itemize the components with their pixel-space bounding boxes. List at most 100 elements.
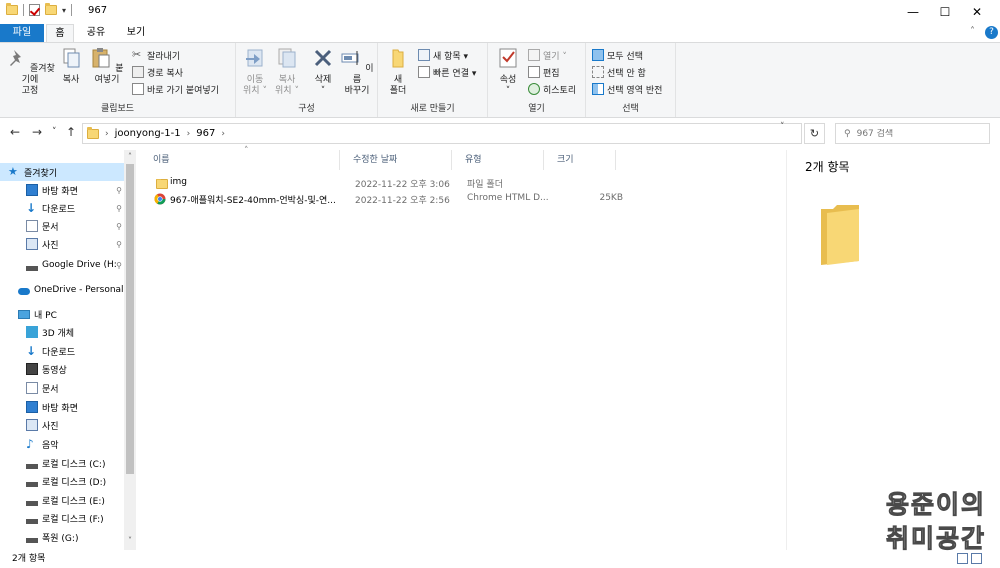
tab-home[interactable]: 홈: [46, 24, 74, 42]
nav-item-pictures-pc[interactable]: 사진: [0, 416, 124, 434]
tab-view[interactable]: 보기: [120, 24, 152, 42]
properties-icon[interactable]: [29, 4, 40, 16]
nav-label: 동영상: [42, 365, 67, 376]
nav-item-downloads-pc[interactable]: ↓ 다운로드: [0, 342, 124, 360]
nav-label: 즐겨찾기: [24, 168, 58, 179]
details-view-icon[interactable]: [957, 553, 968, 564]
open-button[interactable]: 열기 ˅: [528, 48, 567, 62]
file-type: Chrome HTML D...: [467, 193, 549, 203]
navigation-scrollbar[interactable]: ˄ ˅: [124, 150, 136, 550]
select-none-button[interactable]: 선택 안 함: [592, 65, 646, 79]
scrollbar-thumb[interactable]: [126, 164, 134, 474]
customize-toolbar-dropdown[interactable]: ▾: [62, 6, 66, 15]
select-all-label: 모두 선택: [607, 51, 643, 62]
new-item-button[interactable]: 새 항목 ▾: [418, 48, 468, 62]
nav-item-disk-e[interactable]: 로컬 디스크 (E:): [0, 491, 124, 509]
copy-path-button[interactable]: 경로 복사: [132, 65, 183, 79]
chevron-up-icon[interactable]: ˄: [970, 26, 975, 37]
nav-item-documents-pc[interactable]: 문서: [0, 379, 124, 397]
nav-item-disk-c[interactable]: 로컬 디스크 (C:): [0, 454, 124, 472]
file-row[interactable]: 967-애플워치-SE2-40mm-언박싱-및-연... 2022-11-22 …: [153, 192, 623, 208]
close-button[interactable]: ✕: [954, 0, 1000, 24]
chevron-down-icon[interactable]: ˅: [124, 536, 136, 545]
nav-item-documents[interactable]: 문서 ⚲: [0, 217, 124, 235]
column-header-size[interactable]: 크기: [544, 150, 616, 170]
recent-locations-chevron-icon[interactable]: ˅: [52, 127, 57, 137]
up-arrow-icon[interactable]: ↑: [66, 125, 76, 139]
nav-item-music[interactable]: ♪ 음악: [0, 435, 124, 453]
help-icon[interactable]: ?: [985, 26, 998, 39]
star-icon: ★: [8, 165, 18, 178]
new-folder-button[interactable]: 새 폴더: [384, 47, 412, 97]
file-row[interactable]: img 2022-11-22 오후 3:06 파일 폴더: [153, 176, 623, 192]
cut-button[interactable]: ✂ 잘라내기: [132, 48, 180, 62]
large-icons-view-icon[interactable]: [971, 553, 982, 564]
breadcrumb-item[interactable]: 967: [196, 128, 215, 139]
search-input[interactable]: [856, 128, 967, 139]
history-button[interactable]: 히스토리: [528, 82, 576, 96]
file-name: 967-애플워치-SE2-40mm-언박싱-및-연...: [170, 196, 336, 206]
download-icon: ↓: [26, 344, 37, 358]
ribbon-group-clipboard: 즐겨찾기에 고정 복사 붙여넣기 ✂ 잘라내기 경로 복사 바로 가기 붙여넣기: [0, 43, 236, 117]
pin-to-quick-access-button[interactable]: 즐겨찾기에 고정: [4, 47, 56, 97]
paste-shortcut-button[interactable]: 바로 가기 붙여넣기: [132, 82, 219, 96]
nav-label: 문서: [42, 222, 59, 233]
column-header-type[interactable]: 유형: [452, 150, 544, 170]
nav-item-disk-g[interactable]: 폭원 (G:): [0, 528, 124, 546]
pin-icon: ⚲: [116, 239, 122, 249]
status-item-count: 2개 항목: [12, 554, 46, 564]
chevron-up-icon[interactable]: ˄: [124, 152, 136, 161]
nav-item-desktop[interactable]: 바탕 화면 ⚲: [0, 181, 124, 199]
tab-file[interactable]: 파일: [0, 24, 44, 42]
column-header-name[interactable]: 이름: [140, 150, 340, 170]
nav-this-pc[interactable]: 내 PC: [0, 305, 124, 323]
edit-label: 편집: [543, 68, 560, 79]
file-modified: 2022-11-22 오후 3:06: [355, 180, 450, 190]
history-label: 히스토리: [543, 85, 577, 96]
file-size: 25KB: [599, 193, 623, 203]
easy-access-button[interactable]: 빠른 연결 ▾: [418, 65, 476, 79]
nav-quick-access[interactable]: ★ 즐겨찾기: [0, 163, 124, 181]
nav-item-pictures[interactable]: 사진 ⚲: [0, 235, 124, 253]
nav-item-downloads[interactable]: ↓ 다운로드 ⚲: [0, 199, 124, 217]
address-bar[interactable]: › joonyong-1-1 › 967 ›: [82, 123, 802, 144]
nav-item-videos[interactable]: 동영상: [0, 360, 124, 378]
new-folder-icon[interactable]: [45, 3, 57, 15]
pin-icon: ⚲: [116, 260, 122, 270]
nav-onedrive[interactable]: OneDrive - Personal: [0, 281, 124, 299]
nav-item-desktop-pc[interactable]: 바탕 화면: [0, 398, 124, 416]
watermark-line: 용준이의: [885, 490, 986, 520]
chevron-down-icon[interactable]: ˅: [780, 122, 785, 132]
move-to-button[interactable]: 이동 위치 ˅: [240, 47, 270, 97]
chrome-icon: [154, 193, 166, 205]
desktop-icon: [26, 184, 38, 196]
refresh-button[interactable]: ↻: [804, 123, 825, 144]
tab-share[interactable]: 공유: [80, 24, 112, 42]
ribbon-group-organize: 이동 위치 ˅ 복사 위치 ˅ 삭제 ˅ 이름 바꾸기 구성: [236, 43, 378, 117]
nav-item-google-drive[interactable]: Google Drive (H: ⚲: [0, 256, 124, 274]
copy-to-button[interactable]: 복사 위치 ˅: [272, 47, 302, 97]
copy-button[interactable]: 복사: [58, 47, 84, 86]
breadcrumb-separator: ›: [105, 128, 109, 139]
nav-label: 내 PC: [34, 310, 57, 321]
column-header-modified[interactable]: 수정한 날짜: [340, 150, 452, 170]
new-item-label: 새 항목 ▾: [433, 51, 469, 62]
rename-button[interactable]: 이름 바꾸기: [340, 47, 374, 97]
properties-button[interactable]: 속성 ˅: [494, 47, 522, 97]
edit-button[interactable]: 편집: [528, 65, 560, 79]
nav-item-disk-f[interactable]: 로컬 디스크 (F:): [0, 509, 124, 527]
copy-to-label: 복사 위치 ˅: [275, 75, 299, 96]
search-box[interactable]: ⚲: [835, 123, 990, 144]
delete-button[interactable]: 삭제 ˅: [310, 47, 336, 97]
paste-button[interactable]: 붙여넣기: [88, 47, 126, 86]
forward-arrow-icon[interactable]: →: [32, 125, 42, 139]
breadcrumb-item[interactable]: joonyong-1-1: [115, 128, 181, 139]
properties-icon: [499, 48, 517, 68]
invert-selection-button[interactable]: 선택 영역 반전: [592, 82, 662, 96]
pin-icon: ⚲: [116, 185, 122, 195]
select-all-button[interactable]: 모두 선택: [592, 48, 643, 62]
back-arrow-icon[interactable]: ←: [10, 125, 20, 139]
nav-item-3d-objects[interactable]: 3D 개체: [0, 323, 124, 341]
nav-item-disk-d[interactable]: 로컬 디스크 (D:): [0, 472, 124, 490]
new-item-icon: [418, 49, 430, 61]
